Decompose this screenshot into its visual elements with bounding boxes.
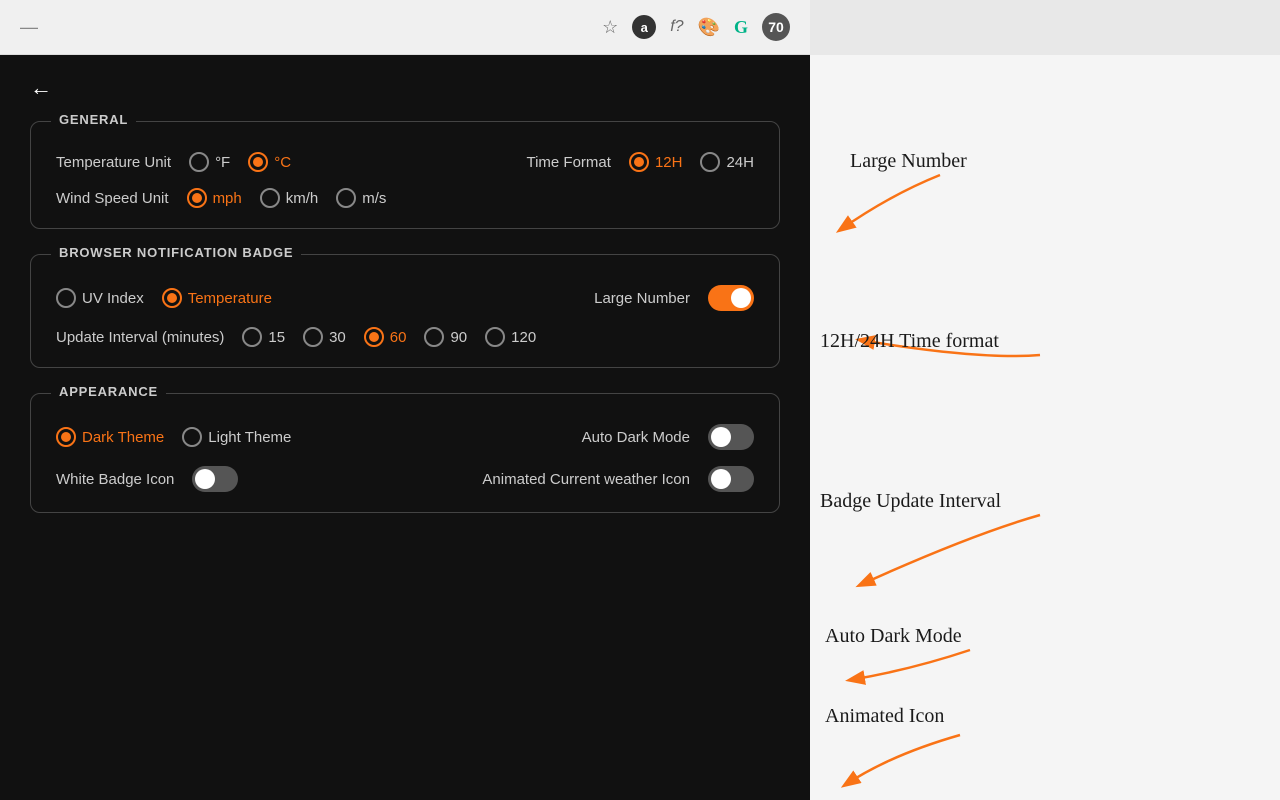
wind-mph-label: mph bbox=[213, 190, 242, 207]
time-12h-radio[interactable] bbox=[629, 152, 649, 172]
interval-30-label: 30 bbox=[329, 329, 346, 346]
time-12h-label: 12H bbox=[655, 154, 683, 171]
interval-30-radio[interactable] bbox=[303, 327, 323, 347]
interval-15-label: 15 bbox=[268, 329, 285, 346]
interval-120-radio[interactable] bbox=[485, 327, 505, 347]
large-number-knob bbox=[731, 288, 751, 308]
time-24h-label: 24H bbox=[726, 154, 754, 171]
annotation-large-number: Large Number bbox=[850, 150, 967, 173]
large-number-toggle[interactable] bbox=[708, 285, 754, 311]
wind-ms-label: m/s bbox=[362, 190, 386, 207]
wind-kmh-option[interactable]: km/h bbox=[260, 188, 319, 208]
dark-theme-option[interactable]: Dark Theme bbox=[56, 427, 164, 447]
interval-90-label: 90 bbox=[450, 329, 467, 346]
animated-icon-toggle[interactable] bbox=[708, 466, 754, 492]
temp-c-label: °C bbox=[274, 154, 291, 171]
interval-15-radio[interactable] bbox=[242, 327, 262, 347]
badge-type-row: UV Index Temperature Large Number bbox=[56, 285, 754, 311]
general-title: GENERAL bbox=[51, 112, 136, 127]
uv-index-option[interactable]: UV Index bbox=[56, 288, 144, 308]
annotation-time-format: 12H/24H Time format bbox=[820, 330, 999, 353]
temp-f-label: °F bbox=[215, 154, 230, 171]
temperature-row: Temperature Unit °F °C Time Format 12H bbox=[56, 152, 754, 172]
time-format-label: Time Format bbox=[526, 154, 610, 171]
temp-c-radio[interactable] bbox=[248, 152, 268, 172]
time-24h-option[interactable]: 24H bbox=[700, 152, 754, 172]
bookmark-icon[interactable]: ☆ bbox=[602, 17, 618, 38]
interval-120-label: 120 bbox=[511, 329, 536, 346]
wind-kmh-radio[interactable] bbox=[260, 188, 280, 208]
theme-row: Dark Theme Light Theme Auto Dark Mode bbox=[56, 424, 754, 450]
temp-f-option[interactable]: °F bbox=[189, 152, 230, 172]
wind-mph-radio[interactable] bbox=[187, 188, 207, 208]
animated-icon-knob bbox=[711, 469, 731, 489]
light-theme-label: Light Theme bbox=[208, 429, 291, 446]
wind-label: Wind Speed Unit bbox=[56, 190, 169, 207]
interval-120-option[interactable]: 120 bbox=[485, 327, 536, 347]
interval-30-option[interactable]: 30 bbox=[303, 327, 346, 347]
font-icon[interactable]: f? bbox=[670, 18, 683, 36]
wind-ms-radio[interactable] bbox=[336, 188, 356, 208]
badge-number: 70 bbox=[762, 13, 790, 41]
wind-ms-option[interactable]: m/s bbox=[336, 188, 386, 208]
time-12h-option[interactable]: 12H bbox=[629, 152, 683, 172]
appearance-section: APPEARANCE Dark Theme Light Theme Auto D… bbox=[30, 393, 780, 513]
uv-index-label: UV Index bbox=[82, 290, 144, 307]
interval-60-label: 60 bbox=[390, 329, 407, 346]
notification-section: BROWSER NOTIFICATION BADGE UV Index Temp… bbox=[30, 254, 780, 368]
wind-row: Wind Speed Unit mph km/h m/s bbox=[56, 188, 754, 208]
badge-icon-row: White Badge Icon Animated Current weathe… bbox=[56, 466, 754, 492]
uv-index-radio[interactable] bbox=[56, 288, 76, 308]
settings-panel: ← GENERAL Temperature Unit °F °C Time Fo… bbox=[0, 55, 810, 800]
animated-icon-label: Animated Current weather Icon bbox=[482, 471, 690, 488]
amazon-icon[interactable]: a bbox=[632, 15, 656, 39]
minimize-button[interactable]: — bbox=[20, 17, 38, 38]
white-badge-toggle[interactable] bbox=[192, 466, 238, 492]
temp-f-radio[interactable] bbox=[189, 152, 209, 172]
annotation-animated-icon: Animated Icon bbox=[825, 705, 944, 728]
grammarly-icon[interactable]: G bbox=[734, 17, 748, 38]
auto-dark-knob bbox=[711, 427, 731, 447]
interval-row: Update Interval (minutes) 15 30 60 90 bbox=[56, 327, 754, 347]
temperature-option[interactable]: Temperature bbox=[162, 288, 272, 308]
temp-unit-label: Temperature Unit bbox=[56, 154, 171, 171]
interval-60-radio[interactable] bbox=[364, 327, 384, 347]
auto-dark-toggle[interactable] bbox=[708, 424, 754, 450]
interval-label: Update Interval (minutes) bbox=[56, 329, 224, 346]
notification-title: BROWSER NOTIFICATION BADGE bbox=[51, 245, 301, 260]
temperature-label: Temperature bbox=[188, 290, 272, 307]
white-badge-label: White Badge Icon bbox=[56, 471, 174, 488]
annotation-auto-dark: Auto Dark Mode bbox=[825, 625, 962, 648]
wind-mph-option[interactable]: mph bbox=[187, 188, 242, 208]
wind-kmh-label: km/h bbox=[286, 190, 319, 207]
white-badge-knob bbox=[195, 469, 215, 489]
color-icon[interactable]: 🎨 bbox=[698, 17, 720, 38]
interval-90-radio[interactable] bbox=[424, 327, 444, 347]
temperature-radio[interactable] bbox=[162, 288, 182, 308]
interval-60-option[interactable]: 60 bbox=[364, 327, 407, 347]
annotation-badge-interval: Badge Update Interval bbox=[820, 490, 1001, 513]
dark-theme-radio[interactable] bbox=[56, 427, 76, 447]
appearance-title: APPEARANCE bbox=[51, 384, 166, 399]
large-number-label: Large Number bbox=[594, 290, 690, 307]
light-theme-option[interactable]: Light Theme bbox=[182, 427, 291, 447]
interval-90-option[interactable]: 90 bbox=[424, 327, 467, 347]
auto-dark-label: Auto Dark Mode bbox=[582, 429, 690, 446]
temp-c-option[interactable]: °C bbox=[248, 152, 291, 172]
dark-theme-label: Dark Theme bbox=[82, 429, 164, 446]
annotation-panel: Large Number 12H/24H Time format Badge U… bbox=[810, 55, 1280, 800]
interval-15-option[interactable]: 15 bbox=[242, 327, 285, 347]
general-section: GENERAL Temperature Unit °F °C Time Form… bbox=[30, 121, 780, 229]
back-button[interactable]: ← bbox=[30, 75, 52, 101]
time-24h-radio[interactable] bbox=[700, 152, 720, 172]
light-theme-radio[interactable] bbox=[182, 427, 202, 447]
